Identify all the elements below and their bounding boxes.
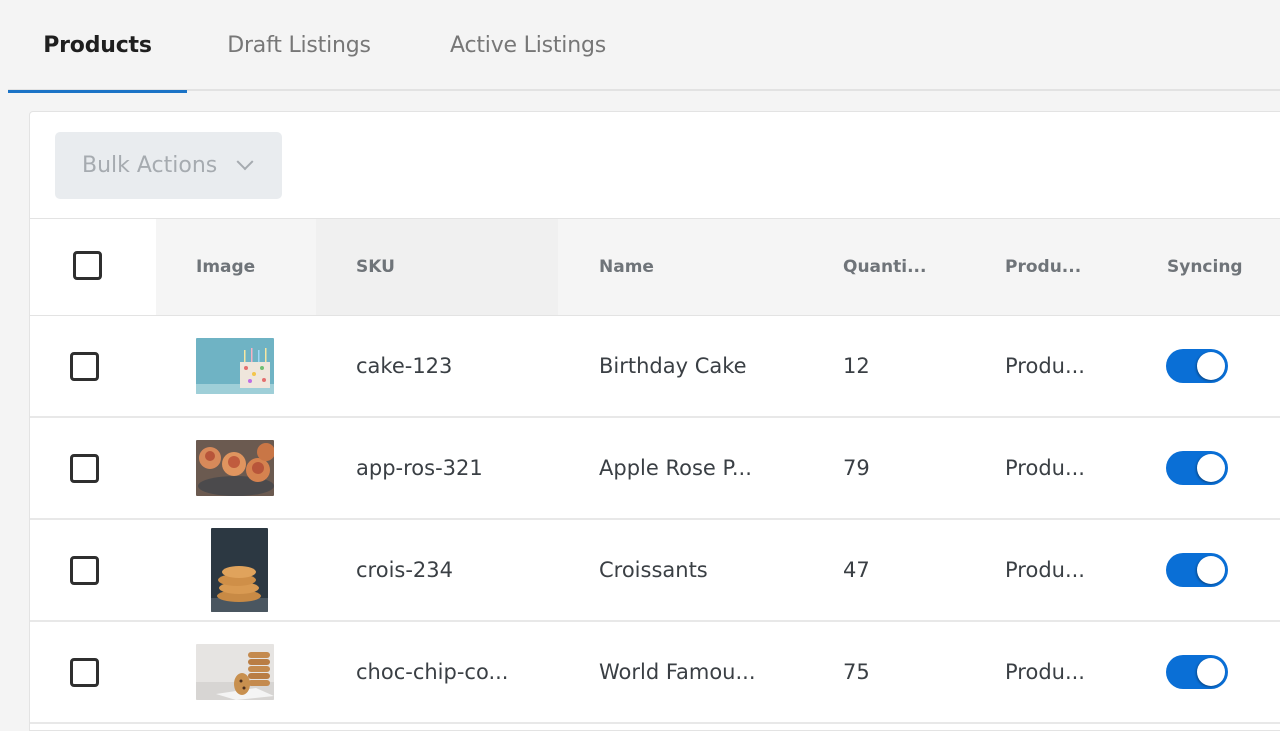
toggle-knob (1197, 658, 1225, 686)
sku-cell: cake-123 (356, 354, 453, 378)
quantity-cell: 12 (843, 354, 870, 378)
name-cell: Birthday Cake (599, 354, 747, 378)
column-label: Produ... (1005, 257, 1082, 277)
table-row[interactable]: app-ros-321 Apple Rose P... 79 Produ... (30, 418, 1280, 520)
product-image-cell (196, 316, 274, 416)
quantity-cell: 47 (843, 558, 870, 582)
sku-cell: app-ros-321 (356, 456, 483, 480)
column-label: Quanti... (843, 257, 927, 277)
table-body: cake-123 Birthday Cake 12 Produ... app-r… (30, 316, 1280, 724)
bulk-actions-dropdown[interactable]: Bulk Actions (55, 132, 282, 199)
table-row[interactable]: crois-234 Croissants 47 Produ... (30, 520, 1280, 622)
quantity-cell: 79 (843, 456, 870, 480)
product-image-cell (211, 520, 269, 620)
chocolate-chip-cookies-image (196, 644, 274, 700)
column-label: Syncing (1167, 257, 1243, 277)
table-row[interactable]: choc-chip-co... World Famou... 75 Produ.… (30, 622, 1280, 724)
sku-cell: crois-234 (356, 558, 454, 582)
syncing-toggle[interactable] (1166, 451, 1228, 485)
product-cell: Produ... (1005, 558, 1085, 582)
column-header-name[interactable]: Name (558, 219, 802, 315)
column-header-sku[interactable]: SKU (316, 219, 558, 315)
table-row[interactable]: cake-123 Birthday Cake 12 Produ... (30, 316, 1280, 418)
product-image-cell (196, 418, 274, 518)
products-panel: Bulk Actions Image SKU Name Quanti... Pr… (29, 111, 1280, 731)
header-select-cell (30, 219, 156, 315)
syncing-toggle[interactable] (1166, 349, 1228, 383)
toggle-knob (1197, 454, 1225, 482)
column-header-image[interactable]: Image (156, 219, 316, 315)
tab-draft-listings[interactable]: Draft Listings (208, 0, 390, 91)
column-header-syncing[interactable]: Syncing (1126, 219, 1280, 315)
row-checkbox[interactable] (70, 555, 99, 585)
apple-rose-pastry-image (196, 440, 274, 496)
bulk-actions-label: Bulk Actions (82, 153, 218, 178)
row-checkbox[interactable] (70, 453, 99, 483)
column-label: Image (196, 257, 256, 277)
toggle-knob (1197, 352, 1225, 380)
table-toolbar: Bulk Actions (30, 112, 1280, 219)
column-header-quantity[interactable]: Quanti... (802, 219, 964, 315)
tab-bar: Products Draft Listings Active Listings (8, 0, 1280, 93)
row-checkbox[interactable] (70, 351, 99, 381)
name-cell: Croissants (599, 558, 708, 582)
product-cell: Produ... (1005, 354, 1085, 378)
chevron-down-icon (236, 152, 254, 170)
syncing-toggle[interactable] (1166, 553, 1228, 587)
name-cell: Apple Rose P... (599, 456, 752, 480)
row-checkbox[interactable] (70, 657, 99, 687)
quantity-cell: 75 (843, 660, 870, 684)
column-header-product[interactable]: Produ... (964, 219, 1126, 315)
croissants-image (211, 528, 268, 612)
birthday-cake-image (196, 338, 274, 394)
name-cell: World Famou... (599, 660, 756, 684)
column-label: Name (599, 257, 654, 277)
column-label: SKU (356, 257, 395, 277)
product-cell: Produ... (1005, 660, 1085, 684)
tab-active-listings[interactable]: Active Listings (428, 0, 628, 91)
syncing-toggle[interactable] (1166, 655, 1228, 689)
select-all-checkbox[interactable] (72, 250, 102, 280)
product-cell: Produ... (1005, 456, 1085, 480)
product-image-cell (196, 622, 274, 722)
tab-products[interactable]: Products (8, 0, 187, 93)
toggle-knob (1197, 556, 1225, 584)
sku-cell: choc-chip-co... (356, 660, 509, 684)
table-header: Image SKU Name Quanti... Produ... Syncin… (30, 219, 1280, 316)
